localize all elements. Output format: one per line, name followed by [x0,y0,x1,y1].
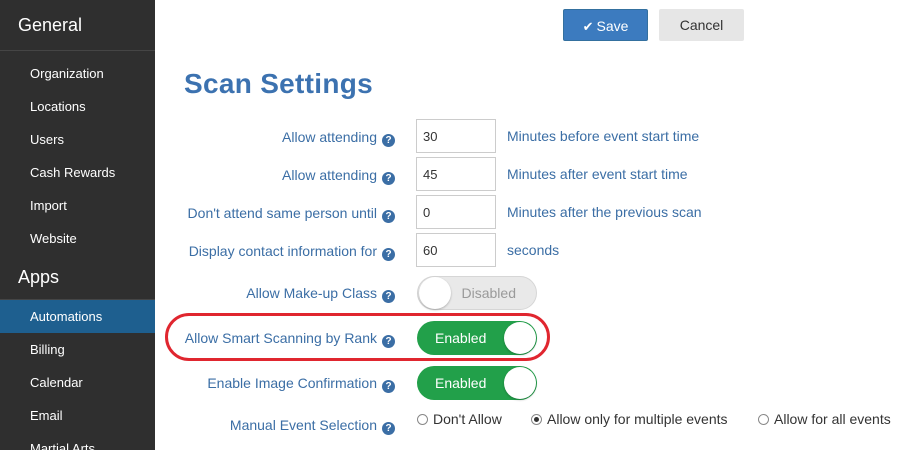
setting-label-text: Allow Make-up Class [246,285,377,301]
save-button[interactable]: ✔ Save [563,9,648,41]
setting-row-smart-scan: Allow Smart Scanning by Rank? Enabled [155,320,915,356]
cancel-button[interactable]: Cancel [659,9,744,41]
sidebar-item-cash-rewards[interactable]: Cash Rewards [0,156,155,189]
sidebar: General Organization Locations Users Cas… [0,0,155,450]
same-person-input[interactable] [416,195,496,229]
sidebar-item-website[interactable]: Website [0,222,155,255]
help-icon[interactable]: ? [382,134,395,147]
setting-label: Allow attending? [282,119,395,155]
setting-row-image-confirm: Enable Image Confirmation? Enabled [155,365,915,401]
radio-label: Allow only for multiple events [547,411,728,427]
sidebar-header-apps: Apps [0,255,155,300]
setting-unit: seconds [507,242,560,258]
setting-label-text: Don't attend same person until [187,205,377,221]
sidebar-item-email[interactable]: Email [0,399,155,432]
radio-label: Don't Allow [433,411,502,427]
attend-before-input[interactable] [416,119,496,153]
toggle-knob [419,277,451,309]
toggle-state: Enabled [435,330,487,346]
setting-label-text: Allow Smart Scanning by Rank [184,330,377,346]
help-icon[interactable]: ? [382,172,395,185]
sidebar-item-import[interactable]: Import [0,189,155,222]
help-icon[interactable]: ? [382,422,395,435]
setting-label: Manual Event Selection? [230,407,395,443]
radio-dont-allow[interactable]: Don't Allow [417,401,502,437]
setting-label-text: Allow attending [282,129,377,145]
setting-label: Don't attend same person until? [188,195,395,231]
radio-multiple-events[interactable]: Allow only for multiple events [531,401,728,437]
setting-row-same-person: Don't attend same person until? Minutes … [155,195,915,231]
radio-circle-selected-icon [531,414,542,425]
radio-circle-icon [417,414,428,425]
sidebar-item-martial-arts[interactable]: Martial Arts [0,432,155,450]
setting-row-manual-selection: Manual Event Selection? Don't Allow Allo… [155,407,915,443]
toggle-state: Disabled [461,285,516,301]
toggle-state: Enabled [435,375,487,391]
help-icon[interactable]: ? [382,335,395,348]
sidebar-item-locations[interactable]: Locations [0,90,155,123]
help-icon[interactable]: ? [382,210,395,223]
help-icon[interactable]: ? [382,248,395,261]
toggle-knob [504,322,536,354]
sidebar-general-list: Organization Locations Users Cash Reward… [0,51,155,255]
contact-info-input[interactable] [416,233,496,267]
setting-label: Allow Smart Scanning by Rank? [185,320,395,356]
sidebar-header-general: General [0,0,155,51]
setting-row-attend-after: Allow attending? Minutes after event sta… [155,157,915,193]
main-content: ✔ Save Cancel Scan Settings Allow attendi… [155,0,915,450]
setting-unit: Minutes before event start time [507,128,700,144]
smart-scan-toggle[interactable]: Enabled [417,321,537,355]
toggle-knob [504,367,536,399]
setting-unit: Minutes after event start time [507,166,688,182]
setting-label-text: Allow attending [282,167,377,183]
sidebar-item-billing[interactable]: Billing [0,333,155,366]
setting-label-text: Display contact information for [188,243,377,259]
attend-after-input[interactable] [416,157,496,191]
save-button-label: Save [596,18,629,34]
setting-label-text: Manual Event Selection [229,417,377,433]
page-title: Scan Settings [184,68,374,99]
makeup-class-toggle[interactable]: Disabled [417,276,537,310]
sidebar-item-calendar[interactable]: Calendar [0,366,155,399]
help-icon[interactable]: ? [382,290,395,303]
setting-row-contact-info: Display contact information for? seconds [155,233,915,269]
setting-label-text: Enable Image Confirmation [207,375,377,391]
sidebar-item-organization[interactable]: Organization [0,57,155,90]
setting-label: Enable Image Confirmation? [207,365,395,401]
help-icon[interactable]: ? [382,380,395,393]
setting-label: Allow attending? [282,157,395,193]
image-confirm-toggle[interactable]: Enabled [417,366,537,400]
setting-unit: Minutes after the previous scan [507,204,702,220]
setting-label: Allow Make-up Class? [246,275,395,311]
radio-all-events[interactable]: Allow for all events [758,401,891,437]
check-icon: ✔ [582,19,594,34]
sidebar-item-users[interactable]: Users [0,123,155,156]
sidebar-apps-list: Automations Billing Calendar Email Marti… [0,300,155,450]
radio-label: Allow for all events [774,411,891,427]
setting-label: Display contact information for? [189,233,395,269]
setting-row-attend-before: Allow attending? Minutes before event st… [155,119,915,155]
sidebar-item-automations[interactable]: Automations [0,300,155,333]
radio-circle-icon [758,414,769,425]
setting-row-makeup: Allow Make-up Class? Disabled [155,275,915,311]
